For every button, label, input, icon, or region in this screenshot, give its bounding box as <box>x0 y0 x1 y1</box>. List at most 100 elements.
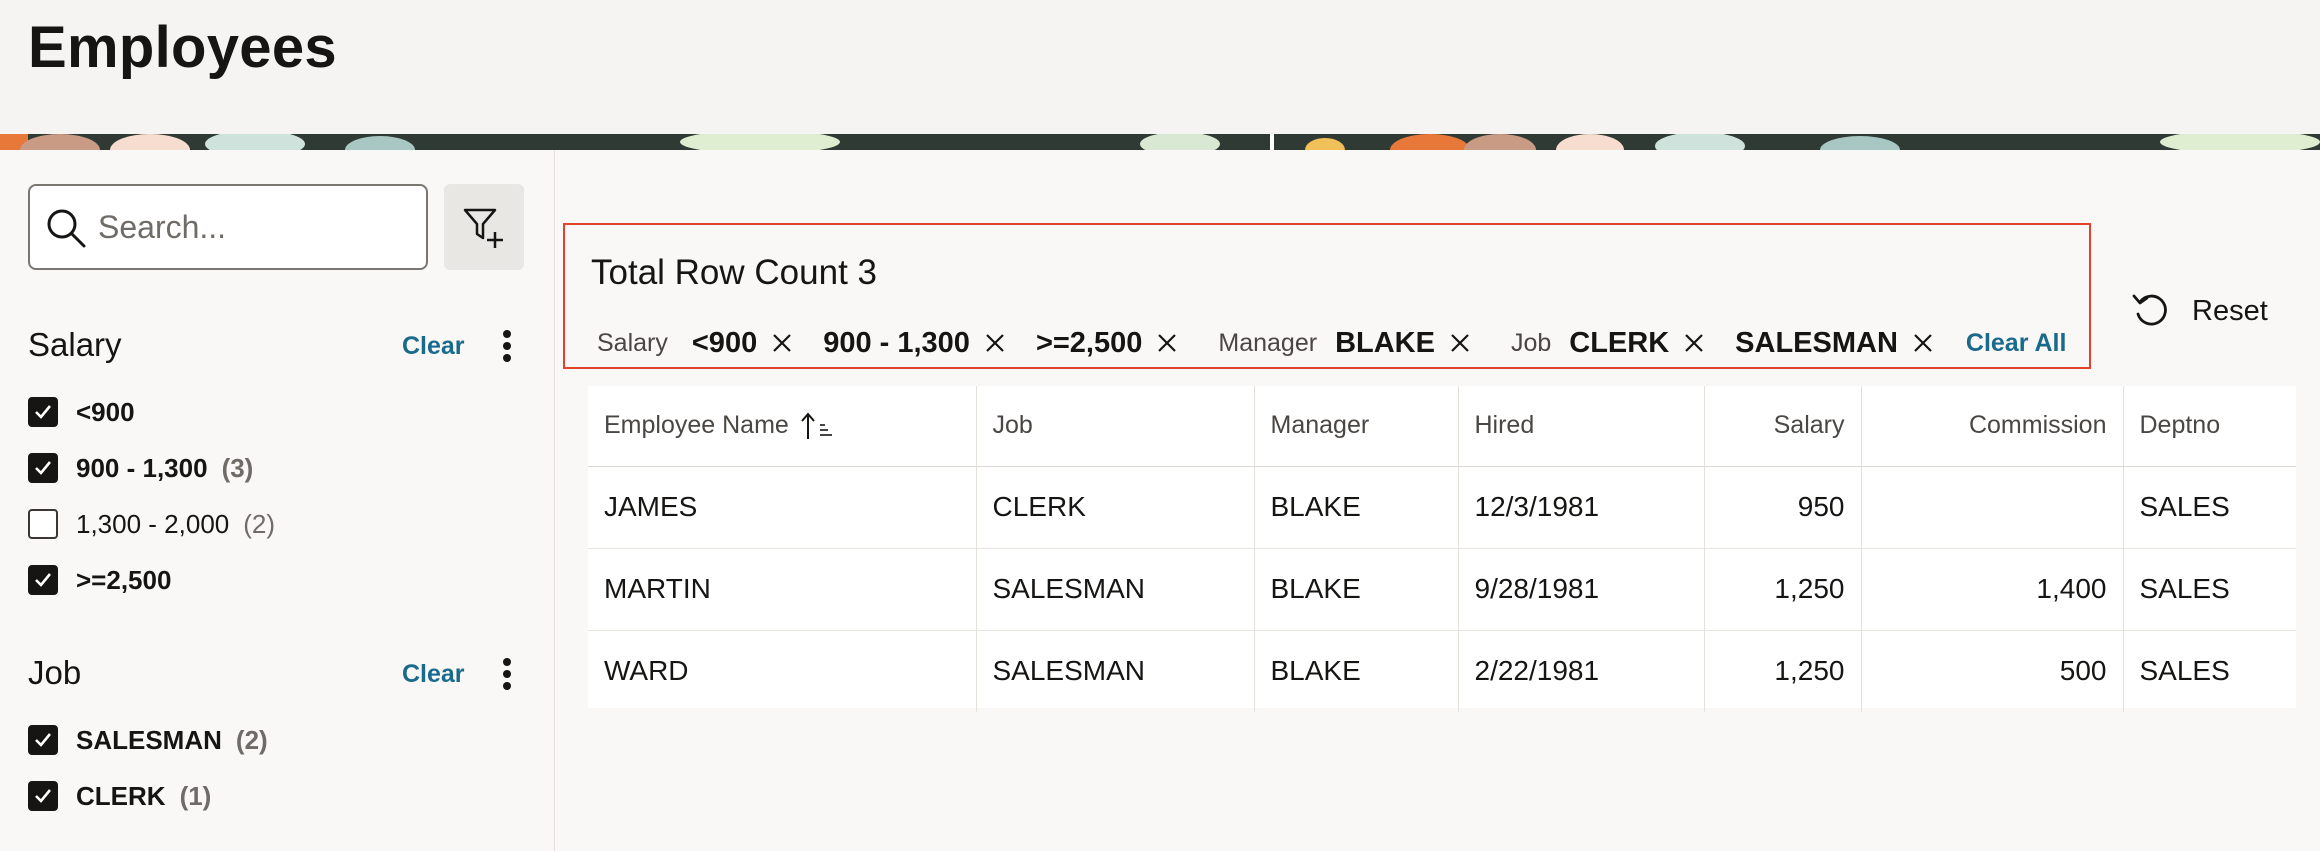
cell-employee-name: WARD <box>588 630 977 712</box>
page-title: Employees <box>28 15 337 80</box>
active-filters-panel: Total Row Count 3 Salary <900 900 - 1,30… <box>563 223 2091 369</box>
cell-hired: 9/28/1981 <box>1458 548 1705 631</box>
filter-chips: Salary <900 900 - 1,300 >=2,500 Manager … <box>597 323 2066 363</box>
table-row[interactable]: JAMES CLERK BLAKE 12/3/1981 950 SALES <box>588 466 2296 549</box>
facet-option-label: >=2,500 <box>76 564 172 595</box>
checkmark-icon <box>35 789 52 803</box>
job-more-icon[interactable] <box>494 654 520 694</box>
job-facet: Job Clear SALESMAN (2) CLERK (1) <box>28 654 528 844</box>
chip-value: CLERK <box>1569 326 1670 359</box>
salary-facet-title: Salary <box>28 326 122 363</box>
column-header-manager[interactable]: Manager <box>1254 386 1459 467</box>
filter-chip: >=2,500 <box>1036 327 1178 360</box>
checkbox[interactable] <box>28 565 58 595</box>
cell-deptno: SALES <box>2123 466 2296 549</box>
clear-all-button[interactable]: Clear All <box>1966 329 2067 358</box>
remove-chip-icon[interactable] <box>771 332 793 354</box>
cell-commission: 500 <box>1861 630 2124 712</box>
filter-chip: BLAKE <box>1335 327 1471 360</box>
chip-value: <900 <box>691 326 758 359</box>
checkbox[interactable] <box>28 509 58 539</box>
remove-chip-icon[interactable] <box>984 332 1006 354</box>
search-field[interactable] <box>28 184 428 270</box>
salary-facet: Salary Clear <900 900 - 1,300 (3) 1,300 … <box>28 326 528 626</box>
cell-job: CLERK <box>976 466 1255 549</box>
salary-option[interactable]: >=2,500 <box>28 560 171 600</box>
search-icon <box>47 209 86 248</box>
search-input[interactable] <box>98 198 418 256</box>
sort-ascending-icon[interactable] <box>800 411 834 441</box>
add-filter-button[interactable] <box>444 184 524 270</box>
facet-option-label: 900 - 1,300 <box>76 452 208 483</box>
facet-option-count: (2) <box>243 508 276 539</box>
chip-category-salary: Salary <box>597 328 668 357</box>
cell-commission: 1,400 <box>1861 548 2124 631</box>
reset-label: Reset <box>2192 294 2268 327</box>
column-header-commission[interactable]: Commission <box>1861 386 2124 467</box>
checkbox[interactable] <box>28 781 58 811</box>
filter-chip: <900 <box>692 327 793 360</box>
cell-job: SALESMAN <box>976 630 1255 712</box>
cell-manager: BLAKE <box>1254 630 1459 712</box>
facet-option-label: CLERK <box>76 780 166 811</box>
table-row[interactable]: WARD SALESMAN BLAKE 2/22/1981 1,250 500 … <box>588 630 2296 712</box>
chip-value: 900 - 1,300 <box>823 326 970 359</box>
salary-option[interactable]: 1,300 - 2,000 (2) <box>28 504 275 544</box>
column-header-hired[interactable]: Hired <box>1458 386 1705 467</box>
decorative-banner <box>0 134 2320 150</box>
filter-chip: CLERK <box>1569 327 1705 360</box>
facet-option-count: (1) <box>179 780 212 811</box>
chip-category-job: Job <box>1510 328 1552 357</box>
cell-deptno: SALES <box>2123 548 2296 631</box>
job-option[interactable]: SALESMAN (2) <box>28 720 268 760</box>
cell-salary: 1,250 <box>1704 548 1862 631</box>
salary-clear-button[interactable]: Clear <box>402 332 465 361</box>
facet-option-label: SALESMAN <box>76 724 222 755</box>
remove-chip-icon[interactable] <box>1449 332 1471 354</box>
cell-manager: BLAKE <box>1254 548 1459 631</box>
page-header: Employees <box>0 0 2320 134</box>
checkbox[interactable] <box>28 725 58 755</box>
remove-chip-icon[interactable] <box>1683 332 1705 354</box>
checkbox[interactable] <box>28 453 58 483</box>
facet-option-count: (2) <box>235 724 268 755</box>
cell-salary: 950 <box>1704 466 1862 549</box>
salary-more-icon[interactable] <box>494 326 520 366</box>
cell-employee-name: MARTIN <box>588 548 977 631</box>
total-row-count: Total Row Count 3 <box>591 253 877 292</box>
table-row[interactable]: MARTIN SALESMAN BLAKE 9/28/1981 1,250 1,… <box>588 548 2296 631</box>
cell-hired: 12/3/1981 <box>1458 466 1705 549</box>
job-facet-title: Job <box>28 654 82 691</box>
facet-option-label: 1,300 - 2,000 <box>76 508 230 539</box>
column-header-deptno[interactable]: Deptno <box>2123 386 2296 467</box>
job-clear-button[interactable]: Clear <box>402 660 465 689</box>
filter-chip: 900 - 1,300 <box>823 327 1006 360</box>
facet-option-label: <900 <box>76 396 135 427</box>
chip-value: >=2,500 <box>1035 326 1143 359</box>
cell-manager: BLAKE <box>1254 466 1459 549</box>
checkmark-icon <box>35 733 52 747</box>
checkmark-icon <box>35 405 52 419</box>
cell-employee-name: JAMES <box>588 466 977 549</box>
chip-value: SALESMAN <box>1735 326 1898 359</box>
column-header-job[interactable]: Job <box>976 386 1255 467</box>
chip-value: BLAKE <box>1335 326 1435 359</box>
reset-icon <box>2132 294 2167 326</box>
salary-option[interactable]: <900 <box>28 392 135 432</box>
remove-chip-icon[interactable] <box>1156 332 1178 354</box>
checkbox[interactable] <box>28 397 58 427</box>
filter-sidebar: Salary Clear <900 900 - 1,300 (3) 1,300 … <box>0 150 555 851</box>
cell-job: SALESMAN <box>976 548 1255 631</box>
remove-chip-icon[interactable] <box>1912 332 1934 354</box>
checkmark-icon <box>35 573 52 587</box>
salary-option[interactable]: 900 - 1,300 (3) <box>28 448 253 488</box>
column-header-salary[interactable]: Salary <box>1704 386 1862 467</box>
job-option[interactable]: CLERK (1) <box>28 776 211 816</box>
filter-add-icon <box>463 208 503 248</box>
cell-deptno: SALES <box>2139 655 2230 687</box>
cell-salary: 1,250 <box>1704 630 1862 712</box>
cell-commission <box>1861 466 2124 549</box>
reset-button[interactable]: Reset <box>2130 285 2268 337</box>
column-header-employee-name[interactable]: Employee Name <box>588 386 977 467</box>
cell-hired: 2/22/1981 <box>1458 630 1705 712</box>
